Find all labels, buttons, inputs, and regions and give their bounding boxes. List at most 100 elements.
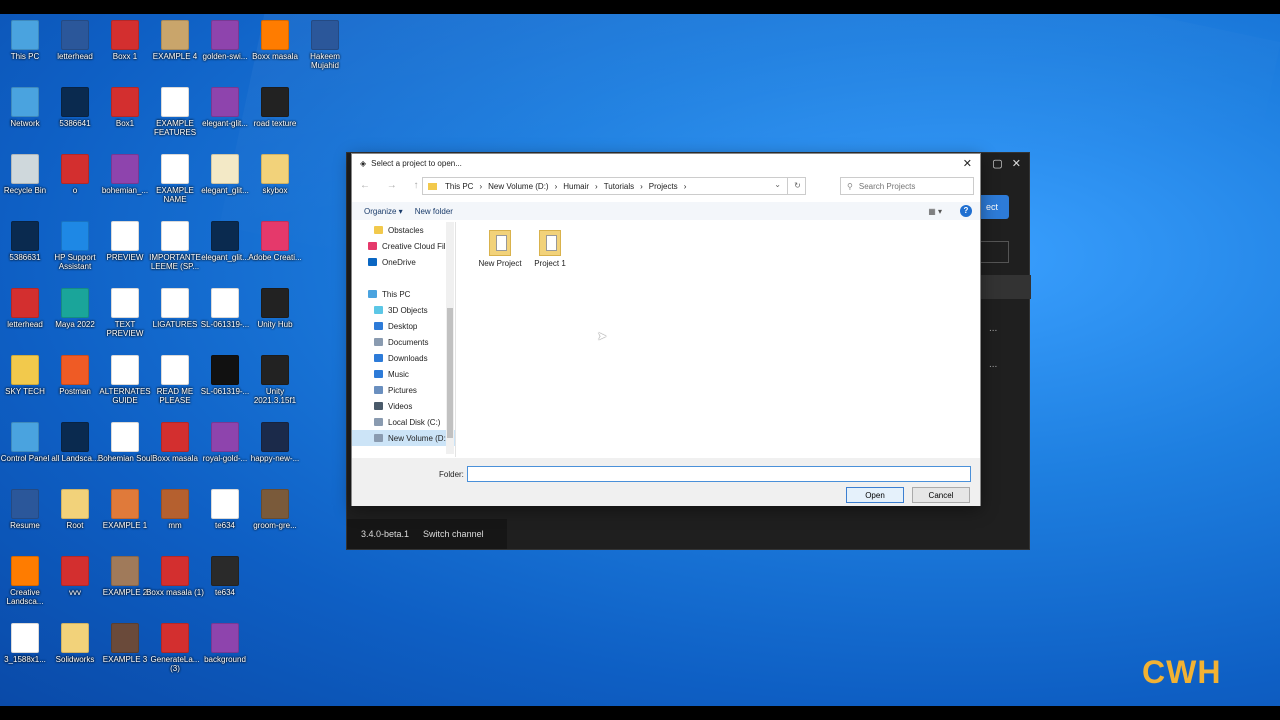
help-icon[interactable]: ? <box>960 205 972 217</box>
chevron-down-icon[interactable]: ⌄ <box>774 180 781 189</box>
breadcrumb-separator-icon[interactable]: › <box>640 182 643 191</box>
pdf-icon <box>111 87 139 117</box>
nav-item-label: Documents <box>388 337 429 347</box>
desktop-icon[interactable]: background <box>196 623 254 664</box>
search-input[interactable] <box>858 181 959 191</box>
unity-icon <box>261 355 289 385</box>
nav-item[interactable]: Desktop <box>352 318 455 334</box>
refresh-icon[interactable]: ↻ <box>787 178 807 194</box>
font-file-icon <box>111 422 139 452</box>
computer-icon <box>11 20 39 50</box>
maya-icon <box>61 288 89 318</box>
nav-item[interactable]: Documents <box>352 334 455 350</box>
dialog-titlebar: ◈ Select a project to open... ✕ <box>352 154 980 172</box>
watermark-logo: CWH <box>1142 654 1222 690</box>
desktop-icon[interactable]: Adobe Creati... <box>246 221 304 262</box>
nav-item[interactable]: Downloads <box>352 350 455 366</box>
desktop-icon[interactable]: Unity 2021.3.15f1 <box>246 355 304 405</box>
desktop-icon[interactable]: Unity Hub <box>246 288 304 329</box>
image-thumbnail-icon <box>161 20 189 50</box>
search-box[interactable]: ⚲ <box>840 177 974 195</box>
photoshop-icon <box>11 221 39 251</box>
nav-item-label: Pictures <box>388 385 417 395</box>
word-doc-icon <box>61 20 89 50</box>
folder-icon <box>428 182 437 190</box>
desktop-icon-label: road texture <box>253 119 297 128</box>
file-icon <box>261 154 289 184</box>
image-thumbnail-icon <box>211 355 239 385</box>
more-options-icon[interactable]: ... <box>989 323 997 334</box>
file-list: New Project Project 1 <box>460 224 980 456</box>
nav-item[interactable]: New Volume (D: <box>352 430 455 446</box>
winrar-icon <box>211 623 239 653</box>
pdf-icon <box>61 154 89 184</box>
nav-item-label: Downloads <box>388 353 428 363</box>
pdf-icon <box>161 422 189 452</box>
nav-item[interactable]: This PC <box>352 286 455 302</box>
nav-item[interactable]: Local Disk (C:) <box>352 414 455 430</box>
winrar-icon <box>211 422 239 452</box>
breadcrumb-item[interactable]: New Volume (D:) <box>488 182 548 191</box>
image-thumbnail-icon <box>111 355 139 385</box>
image-thumbnail-icon <box>161 489 189 519</box>
navigation-scrollbar[interactable] <box>446 222 454 454</box>
desktop-icon[interactable]: happy-new-... <box>246 422 304 463</box>
nav-item-label: Music <box>388 369 409 379</box>
breadcrumb-item[interactable]: This PC <box>445 182 473 191</box>
address-bar[interactable]: This PC › New Volume (D:) › Humair › Tutorials… <box>422 177 806 195</box>
creative-cloud-folder-icon <box>368 242 377 250</box>
nav-item[interactable]: Creative Cloud Fil <box>352 238 455 254</box>
nav-item[interactable]: Videos <box>352 398 455 414</box>
nav-item[interactable]: Pictures <box>352 382 455 398</box>
desktop-icon[interactable]: groom-gre... <box>246 489 304 530</box>
open-button[interactable]: Open <box>846 487 904 503</box>
scrollbar-thumb[interactable] <box>447 308 453 438</box>
nav-item-label: New Volume (D: <box>388 433 446 443</box>
drive-icon <box>374 434 383 442</box>
breadcrumb-item[interactable]: Projects <box>649 182 678 191</box>
nav-item[interactable]: Obstacles <box>352 222 455 238</box>
breadcrumb-separator-icon[interactable]: › <box>479 182 482 191</box>
version-footer: 3.4.0-beta.1 Switch channel <box>347 519 507 549</box>
new-folder-button[interactable]: New folder <box>415 207 453 216</box>
file-item[interactable]: New Project <box>478 230 522 268</box>
desktop-icon[interactable]: te634 <box>196 556 254 597</box>
image-thumbnail-icon <box>261 489 289 519</box>
breadcrumb-item[interactable]: Humair <box>563 182 589 191</box>
computer-icon <box>368 290 377 298</box>
view-options-icon[interactable]: ▦ ▾ <box>928 207 942 216</box>
folder-field[interactable] <box>467 466 971 482</box>
help-icon <box>61 221 89 251</box>
organize-button[interactable]: Organize ▾ <box>364 207 403 216</box>
nav-arrows[interactable]: ← → ↑ <box>360 180 426 191</box>
file-item[interactable]: Project 1 <box>528 230 572 268</box>
cancel-button[interactable]: Cancel <box>912 487 970 503</box>
nav-item[interactable]: 3D Objects <box>352 302 455 318</box>
3d-objects-icon <box>374 306 383 314</box>
photoshop-icon <box>211 221 239 251</box>
folder-icon <box>374 226 383 234</box>
close-button[interactable]: ✕ <box>963 157 972 170</box>
window-controls[interactable]: ▢ ✕ <box>992 157 1021 170</box>
desktop-icon[interactable]: road texture <box>246 87 304 128</box>
more-options-icon[interactable]: ... <box>989 359 997 370</box>
breadcrumb: This PC › New Volume (D:) › Humair › Tutorials… <box>445 182 692 191</box>
nav-item[interactable]: OneDrive <box>352 254 455 270</box>
desktop-icon[interactable]: Hakeem Mujahid <box>296 20 354 70</box>
breadcrumb-separator-icon[interactable]: › <box>555 182 558 191</box>
switch-channel-link[interactable]: Switch channel <box>423 529 484 539</box>
nav-item[interactable]: Music <box>352 366 455 382</box>
breadcrumb-separator-icon[interactable]: › <box>684 182 687 191</box>
unity-icon: ◈ <box>360 158 367 168</box>
breadcrumb-item[interactable]: Tutorials <box>604 182 634 191</box>
desktop-icon-label: Unity 2021.3.15f1 <box>253 387 297 405</box>
text-file-icon <box>161 355 189 385</box>
navigation-pane: Obstacles Creative Cloud Fil OneDrive This … <box>352 222 456 457</box>
desktop-icon[interactable]: skybox <box>246 154 304 195</box>
dialog-toolbar: Organize ▾ New folder ▦ ▾ ? <box>352 202 980 220</box>
illustrator-icon <box>261 20 289 50</box>
image-thumbnail-icon <box>161 87 189 117</box>
nav-item[interactable] <box>352 270 455 286</box>
nav-item-label: Local Disk (C:) <box>388 417 441 427</box>
breadcrumb-separator-icon[interactable]: › <box>595 182 598 191</box>
